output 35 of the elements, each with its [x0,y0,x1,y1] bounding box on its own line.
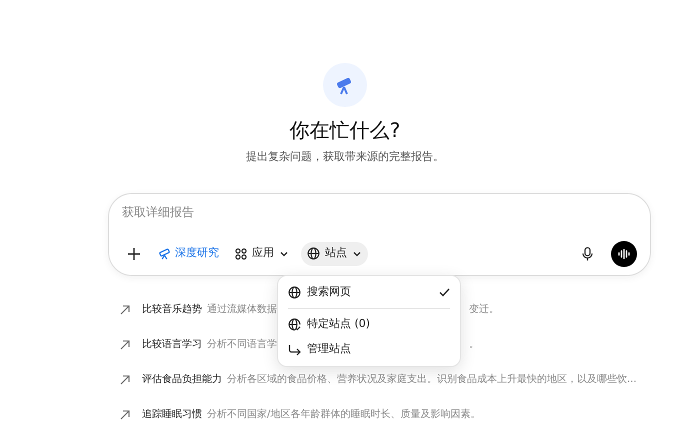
checkmark-icon [439,288,450,297]
waveform-icon [618,248,630,258]
prompt-field[interactable]: 获取详细报告 [122,202,637,220]
suggestion-description: 。 [469,338,479,352]
suggestion-description: 分析不同国家/地区各年龄群体的睡眠时长、质量及影响因素。 [207,408,480,422]
globe-icon [307,247,320,260]
suggestion-description: 通过流媒体数据 [207,302,277,317]
plus-icon [128,248,140,260]
subtitle: 提出复杂问题，获取带来源的完整报告。 [246,149,444,165]
apps-dropdown[interactable]: 应用 [229,242,295,266]
suggestion-description: 分析不同语言学 [207,338,277,352]
telescope-icon [158,247,171,260]
suggestion-description: 变迁。 [469,302,499,317]
telescope-icon [323,63,367,107]
menu-item[interactable]: 搜索网页 [288,280,450,305]
suggestion-title[interactable]: 比较音乐趋势 [142,302,202,317]
arrow-icon [120,304,130,314]
menu-item[interactable]: 特定站点 (0) [288,312,450,337]
microphone-icon [582,246,592,260]
return-arrow-icon [288,344,301,356]
arrow-icon [120,340,130,350]
globe-icon [288,286,301,299]
arrow-icon [120,410,130,420]
deep-research-button[interactable]: 深度研究 [154,242,223,266]
heading: 你在忙什么? [290,117,400,144]
suggestion-description: 分析各区域的食品价格、营养状况及家庭支出。识别食品成本上升最快的地区，以及哪些饮... [227,372,637,387]
globe-check-icon [288,318,301,331]
menu-item[interactable]: 管理站点 [288,337,450,362]
sites-dropdown[interactable]: 站点 [301,242,368,266]
voice-button[interactable] [611,240,637,266]
suggestion-title[interactable]: 评估食品负担能力 [142,372,222,387]
suggestion-title[interactable]: 追踪睡眠习惯 [142,407,202,422]
suggestion-title[interactable]: 比较语言学习 [142,337,202,352]
arrow-icon [120,374,130,384]
apps-icon [235,248,247,260]
